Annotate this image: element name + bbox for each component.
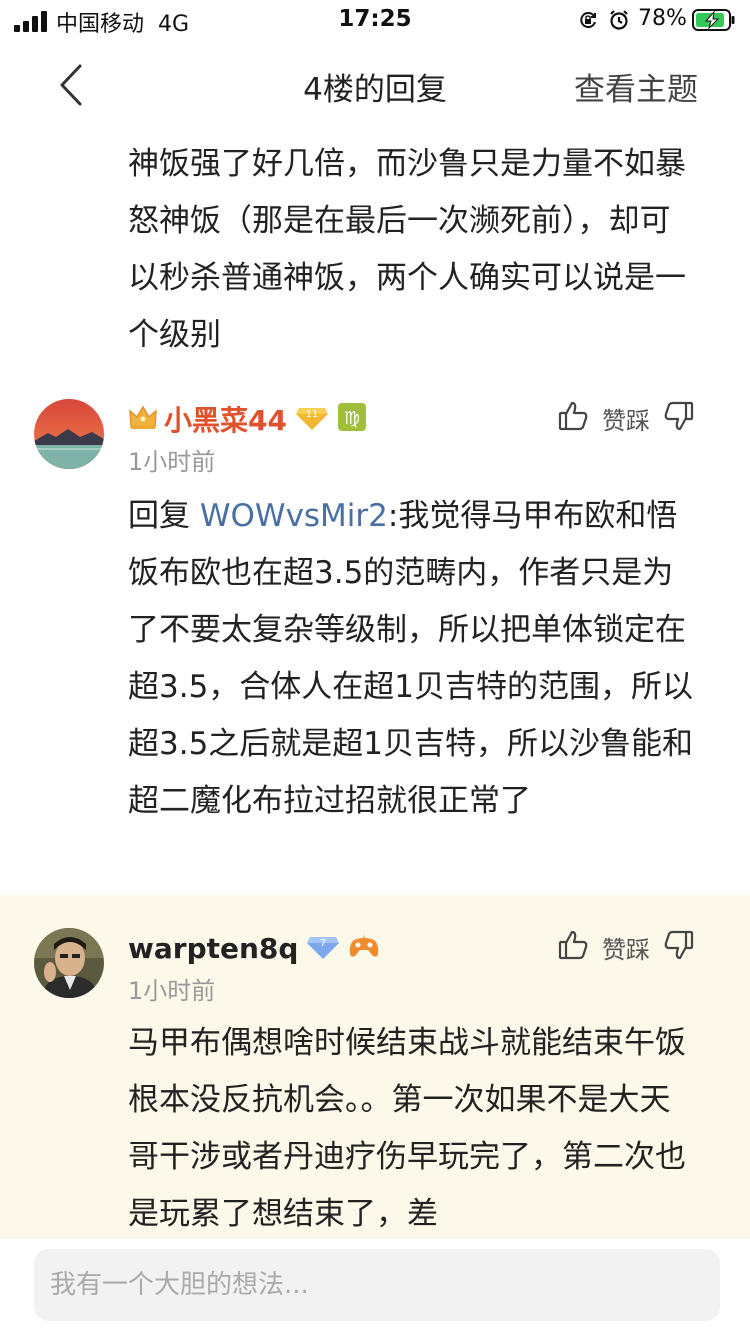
crown-icon: [128, 403, 158, 435]
battery-charging-icon: [692, 9, 736, 31]
post-time: 1小时前: [128, 977, 216, 1005]
svg-text:11: 11: [306, 409, 319, 420]
battery-percent: 78%: [638, 6, 687, 31]
status-bar: 中国移动 4G 17:25 78%: [0, 0, 750, 44]
post-time: 1小时前: [128, 448, 216, 476]
thumbs-up-icon[interactable]: [558, 929, 588, 965]
level-badge-icon: 7: [306, 931, 340, 965]
vote-label: 赞踩: [602, 406, 650, 435]
virgo-icon: ♍: [337, 402, 367, 436]
vote-label: 赞踩: [602, 935, 650, 964]
user-info-row: warpten8q 7: [128, 930, 380, 966]
reply-text: 回复 WOWvsMir2:我觉得马甲布欧和悟饭布欧也在超3.5的范畴内，作者只是…: [128, 498, 694, 819]
rotation-lock-icon: [578, 10, 598, 30]
avatar[interactable]: [34, 399, 104, 469]
previous-reply-text: 神饭强了好几倍，而沙鲁只是力量不如暴怒神饭（那是在最后一次濒死前），却可以秒杀普…: [128, 146, 686, 353]
gamepad-icon: [348, 932, 380, 964]
view-topic-link[interactable]: 查看主题: [574, 64, 698, 109]
nav-bar: 4楼的回复 查看主题: [0, 44, 750, 124]
vote-control: 赞踩: [558, 400, 694, 436]
vote-control: 赞踩: [558, 929, 694, 965]
thumbs-up-icon[interactable]: [558, 400, 588, 436]
reply-composer: [0, 1237, 750, 1335]
reply-thread: 卡卡卡卡卡卡卡卡卡卡卡卡卡 神饭强了好几倍，而沙鲁只是力量不如暴怒神饭（那是在最…: [0, 0, 750, 1334]
reply-text: 马甲布偶想啥时候结束战斗就能结束午饭根本没反抗机会。。第一次如果不是大天哥干涉或…: [128, 1025, 686, 1232]
reply-input[interactable]: [34, 1249, 720, 1321]
user-info-row: 小黑菜44 11 ♍: [128, 401, 367, 437]
level-badge-icon: 11: [295, 402, 329, 436]
thumbs-down-icon[interactable]: [664, 400, 694, 436]
svg-text:7: 7: [320, 938, 326, 949]
username[interactable]: 小黑菜44: [164, 399, 287, 439]
mention-link[interactable]: WOWvsMir2: [200, 498, 388, 534]
username[interactable]: warpten8q: [128, 932, 298, 965]
svg-text:♍: ♍: [344, 408, 360, 429]
alarm-icon: [608, 9, 630, 31]
avatar[interactable]: [34, 928, 104, 998]
thumbs-down-icon[interactable]: [664, 929, 694, 965]
